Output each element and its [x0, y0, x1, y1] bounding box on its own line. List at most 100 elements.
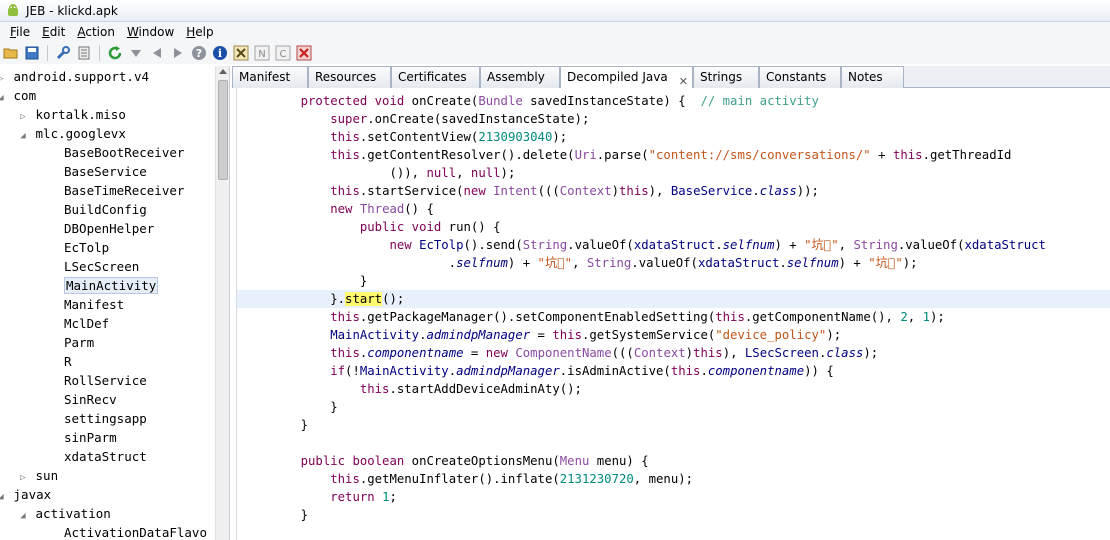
tree-node[interactable]: LSecScreen [64, 257, 139, 276]
wrench-icon[interactable] [54, 44, 72, 62]
tree-node[interactable]: MclDef [64, 314, 109, 333]
code-line[interactable]: protected void onCreate(Bundle savedInst… [271, 92, 819, 110]
code-token: String [586, 256, 632, 270]
code-line[interactable]: MainActivity.admindpManager = this.getSy… [271, 326, 841, 344]
tree-node[interactable]: RollService [64, 371, 147, 390]
code-line[interactable]: }.start(); [271, 290, 404, 308]
tree-scrollbar[interactable] [215, 66, 229, 540]
code-token: ) + [838, 256, 869, 270]
menu-window[interactable]: Window [121, 25, 180, 39]
tab-strings[interactable]: Strings [693, 66, 759, 88]
code-line[interactable]: } [271, 272, 367, 290]
expanded-arrow-icon[interactable]: ◢ [18, 507, 28, 526]
code-line[interactable]: this.componentname = new ComponentName((… [271, 344, 878, 362]
info-icon[interactable]: i [211, 44, 229, 62]
menu-help[interactable]: Help [180, 25, 219, 39]
code-line[interactable]: } [271, 416, 308, 434]
code-token: .valueOf( [897, 238, 965, 252]
menu-bar: File Edit Action Window Help [0, 22, 1110, 42]
expanded-arrow-icon[interactable]: ◢ [18, 127, 28, 146]
dropdown-icon[interactable] [127, 44, 145, 62]
code-line[interactable]: } [271, 398, 337, 416]
code-line[interactable]: ()), null, null); [271, 164, 515, 182]
tree-node-label: BuildConfig [64, 202, 147, 217]
code-token: ), [722, 346, 745, 360]
close-red-icon[interactable] [295, 44, 313, 62]
scroll-up-arrow-icon[interactable] [219, 69, 227, 74]
tree-node[interactable]: SinRecv [64, 390, 117, 409]
code-token: ); [552, 130, 568, 144]
code-line[interactable]: this.setContentView(2130903040); [271, 128, 567, 146]
code-token: (); [382, 292, 405, 306]
code-line[interactable]: .selfnum) + "坑 ", String.valueOf(xdataSt… [271, 254, 918, 272]
tab-assembly[interactable]: Assembly [480, 66, 560, 88]
code-line[interactable]: this.startService(new Intent(((Context)t… [271, 182, 819, 200]
tree-node[interactable]: BaseTimeReceiver [64, 181, 184, 200]
tree-node[interactable]: Manifest [64, 295, 124, 314]
tab-notes[interactable]: Notes [841, 66, 904, 88]
tree-node[interactable]: BuildConfig [64, 200, 147, 219]
tab-constants[interactable]: Constants [759, 66, 841, 88]
tree-node[interactable]: xdataStruct [64, 447, 147, 466]
tree-node[interactable]: ◢ javax [0, 485, 51, 504]
tree-node[interactable]: EcTolp [64, 238, 109, 257]
tree-node[interactable]: DBOpenHelper [64, 219, 154, 238]
code-token: .getPackageManager().setComponentEnabled… [359, 310, 716, 324]
back-icon[interactable] [148, 44, 166, 62]
code-line[interactable]: this.startAddDeviceAdminAty(); [271, 380, 582, 398]
code-line[interactable]: this.getPackageManager().setComponentEna… [271, 308, 945, 326]
menu-action[interactable]: Action [71, 25, 121, 39]
svg-text:?: ? [196, 47, 202, 60]
tree-node[interactable]: ActivationDataFlavo [64, 523, 207, 540]
tree-node[interactable]: settingsapp [64, 409, 147, 428]
code-token: new [463, 184, 486, 198]
code-line[interactable]: new EcTolp().send(String.valueOf(xdataSt… [271, 236, 1045, 254]
help-icon[interactable]: ? [190, 44, 208, 62]
menu-edit[interactable]: Edit [36, 25, 71, 39]
tool-n-icon[interactable]: N [253, 44, 271, 62]
code-line[interactable]: this.getMenuInflater().inflate(213123072… [271, 470, 693, 488]
tab-certificates[interactable]: Certificates [391, 66, 480, 88]
tool-c-icon[interactable]: C [274, 44, 292, 62]
code-token: null [470, 166, 501, 180]
code-line[interactable]: super.onCreate(savedInstanceState); [271, 110, 589, 128]
tree-node[interactable]: sinParm [64, 428, 117, 447]
tree-node[interactable]: ▷ kortalk.miso [18, 105, 126, 124]
code-line[interactable]: return 1; [271, 488, 397, 506]
tree-node[interactable]: MainActivity [64, 276, 159, 295]
code-token: } [271, 274, 368, 288]
tree-node[interactable]: ◢ com [0, 86, 36, 105]
code-line[interactable]: this.getContentResolver().delete(Uri.par… [271, 146, 1011, 164]
code-line[interactable]: public void run() { [271, 218, 501, 236]
open-folder-icon[interactable] [2, 44, 20, 62]
tree-node[interactable]: ▷ sun [18, 466, 58, 485]
refresh-icon[interactable] [106, 44, 124, 62]
tree-node[interactable]: ▷ android.support.v4 [0, 67, 149, 86]
menu-file[interactable]: File [4, 25, 36, 39]
expanded-arrow-icon[interactable]: ◢ [0, 89, 6, 108]
code-line[interactable]: public boolean onCreateOptionsMenu(Menu … [271, 452, 649, 470]
code-token: xdataStruct [633, 238, 716, 252]
code-line[interactable]: if(!MainActivity.admindpManager.isAdminA… [271, 362, 834, 380]
code-line[interactable]: } [271, 506, 308, 524]
save-icon[interactable] [23, 44, 41, 62]
tree-scrollbar-thumb[interactable] [218, 80, 228, 180]
tab-decompiled-java[interactable]: Decompiled Java ✕ [560, 66, 693, 89]
tree-node[interactable]: BaseBootReceiver [64, 143, 184, 162]
tab-resources[interactable]: Resources [308, 66, 391, 88]
tool-x-icon[interactable] [232, 44, 250, 62]
project-tree[interactable]: ▷ android.support.v4◢ com▷ kortalk.miso◢… [0, 66, 230, 540]
list-icon[interactable] [75, 44, 93, 62]
tree-node[interactable]: R [64, 352, 72, 371]
tree-node[interactable]: ◢ activation [18, 504, 111, 523]
tree-node[interactable]: BaseService [64, 162, 147, 181]
tab-manifest[interactable]: Manifest [232, 66, 308, 88]
expanded-arrow-icon[interactable]: ◢ [0, 488, 6, 507]
code-line[interactable]: new Thread() { [271, 200, 434, 218]
tree-node[interactable]: ◢ mlc.googlevx [18, 124, 126, 143]
forward-icon[interactable] [169, 44, 187, 62]
decompiled-java-code[interactable]: protected void onCreate(Bundle savedInst… [236, 88, 1110, 540]
tree-node[interactable]: Parm [64, 333, 94, 352]
